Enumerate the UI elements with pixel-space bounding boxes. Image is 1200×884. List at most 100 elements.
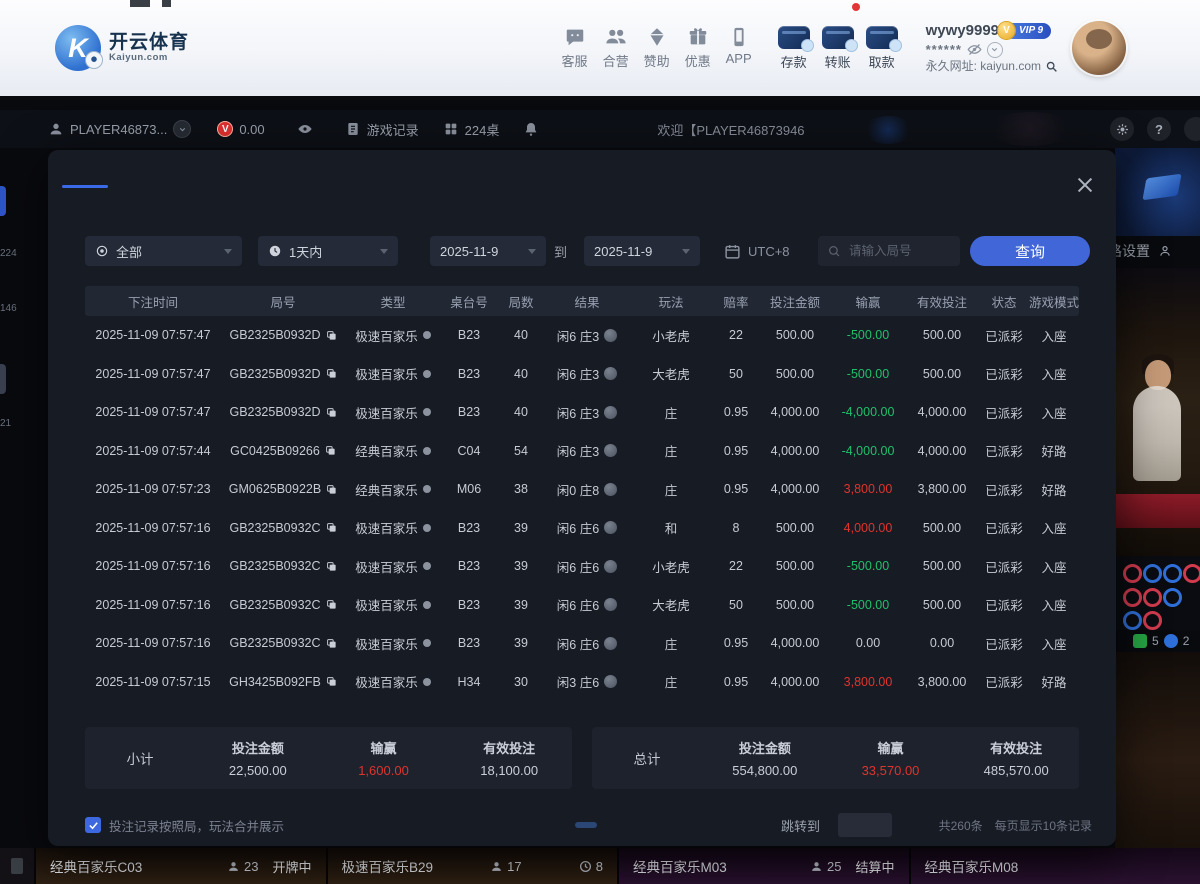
quick-action[interactable]: 赞助 bbox=[644, 26, 670, 70]
valid-bet-cell: 500.00 bbox=[905, 521, 979, 535]
timezone-display[interactable]: UTC+8 bbox=[724, 236, 790, 266]
time-range-select[interactable]: 1天内 bbox=[258, 236, 398, 266]
page-item[interactable] bbox=[543, 822, 565, 828]
quick-action[interactable]: 合营 bbox=[603, 26, 629, 70]
wallet-action[interactable]: 转账 bbox=[822, 26, 854, 71]
round-search-input[interactable] bbox=[847, 243, 951, 259]
result-info-icon[interactable] bbox=[604, 329, 617, 342]
page-item[interactable] bbox=[607, 822, 629, 828]
road-settings-link[interactable]: 路设置 bbox=[1108, 240, 1200, 262]
result-info-icon[interactable] bbox=[604, 483, 617, 496]
page-item[interactable] bbox=[671, 822, 693, 828]
chevron-down-icon[interactable] bbox=[987, 42, 1003, 58]
amount-cell: 4,000.00 bbox=[759, 405, 831, 419]
odds-cell: 0.95 bbox=[713, 675, 759, 689]
quick-action[interactable]: 客服 bbox=[562, 26, 588, 70]
round-id-cell: GC0425B09266 bbox=[221, 444, 345, 458]
query-button[interactable]: 查询 bbox=[970, 236, 1090, 266]
subtotal-win-label: 输赢 bbox=[321, 738, 447, 757]
help-icon[interactable]: ? bbox=[1147, 117, 1171, 141]
magnifier-icon[interactable] bbox=[1045, 60, 1058, 73]
date-to-picker[interactable]: 2025-11-9 bbox=[584, 236, 700, 266]
result-info-icon[interactable] bbox=[604, 521, 617, 534]
table-status: 结算中 bbox=[855, 857, 894, 876]
result-info-icon[interactable] bbox=[604, 406, 617, 419]
balance-display[interactable]: V 0.00 bbox=[217, 121, 264, 137]
subtotal-win: 1,600.00 bbox=[321, 763, 447, 778]
copy-icon[interactable] bbox=[326, 676, 337, 687]
wallet-action-label: 取款 bbox=[869, 52, 895, 71]
gear-icon[interactable] bbox=[1110, 117, 1134, 141]
page-item[interactable] bbox=[479, 822, 501, 828]
edge-label: 146 bbox=[0, 303, 17, 314]
quick-action[interactable]: 优惠 bbox=[685, 26, 711, 70]
result-info-icon[interactable] bbox=[604, 675, 617, 688]
date-from-picker[interactable]: 2025-11-9 bbox=[430, 236, 546, 266]
total-win: 33,570.00 bbox=[828, 763, 954, 778]
result-info-icon[interactable] bbox=[604, 444, 617, 457]
copy-icon[interactable] bbox=[326, 599, 337, 610]
result-info-icon[interactable] bbox=[604, 598, 617, 611]
live-table-tile[interactable]: 经典百家乐M03 25 结算中 bbox=[617, 848, 909, 884]
result-info-icon[interactable] bbox=[604, 367, 617, 380]
bell-icon[interactable] bbox=[523, 121, 539, 137]
page-item[interactable] bbox=[735, 822, 757, 828]
chevron-down-icon[interactable] bbox=[173, 120, 191, 138]
valid-bet-cell: 500.00 bbox=[905, 367, 979, 381]
result-info-icon[interactable] bbox=[604, 560, 617, 573]
page-item[interactable] bbox=[447, 822, 469, 828]
brand-logo[interactable]: K 开云体育 Kaiyun.com bbox=[55, 25, 189, 71]
header-cell: 下注时间 bbox=[85, 292, 221, 311]
game-records-link[interactable]: 游戏记录 bbox=[345, 120, 419, 139]
copy-icon[interactable] bbox=[325, 445, 336, 456]
wallet-action[interactable]: 取款 bbox=[866, 26, 898, 71]
avatar[interactable] bbox=[1072, 21, 1126, 75]
chat-icon bbox=[564, 26, 586, 48]
copy-icon[interactable] bbox=[326, 484, 337, 495]
page-item[interactable] bbox=[575, 822, 597, 828]
wallet-action[interactable]: 存款 bbox=[778, 26, 810, 71]
header-cell: 结果 bbox=[545, 292, 629, 311]
live-table-tile[interactable]: 经典百家乐C03 23 开牌中 bbox=[34, 848, 326, 884]
page-item[interactable] bbox=[703, 822, 725, 828]
table-no-cell: B23 bbox=[441, 328, 497, 342]
winloss-cell: 0.00 bbox=[831, 636, 905, 650]
page-item[interactable] bbox=[415, 822, 437, 828]
live-table-video bbox=[1115, 652, 1200, 848]
live-table-tile[interactable]: 极速百家乐B29 17 8 bbox=[326, 848, 618, 884]
player-count: 17 bbox=[490, 859, 521, 874]
round-id-cell: GB2325B0932C bbox=[221, 636, 345, 650]
tables-count[interactable]: 224桌 bbox=[443, 120, 500, 139]
winloss-cell: -500.00 bbox=[831, 598, 905, 612]
copy-icon[interactable] bbox=[326, 522, 337, 533]
quick-action[interactable]: APP bbox=[726, 26, 752, 70]
live-dealer-video bbox=[1115, 268, 1200, 556]
caret-down-icon bbox=[224, 249, 232, 254]
copy-icon[interactable] bbox=[326, 368, 337, 379]
jump-input[interactable] bbox=[838, 813, 892, 837]
copy-icon[interactable] bbox=[326, 330, 337, 341]
copy-icon[interactable] bbox=[326, 407, 337, 418]
table-row: 2025-11-09 07:57:16 GB2325B0932C 极速百家乐 B… bbox=[85, 624, 1079, 663]
caret-down-icon bbox=[380, 249, 388, 254]
player-menu[interactable]: PLAYER46873... bbox=[48, 120, 191, 138]
page-item[interactable] bbox=[511, 822, 533, 828]
result-info-icon[interactable] bbox=[604, 637, 617, 650]
copy-icon[interactable] bbox=[326, 638, 337, 649]
eye-off-icon[interactable] bbox=[967, 42, 982, 57]
eye-icon[interactable] bbox=[297, 121, 313, 137]
live-table-tile[interactable]: 经典百家乐M08 bbox=[909, 848, 1200, 884]
header-cell: 玩法 bbox=[629, 292, 713, 311]
close-icon[interactable] bbox=[1074, 174, 1096, 196]
mode-cell: 入座 bbox=[1029, 518, 1079, 537]
modal-footer: 投注记录按照局，玩法合并展示 跳转到 共260条 每页显示10条记录 bbox=[85, 810, 1092, 840]
round-search[interactable] bbox=[818, 236, 960, 266]
category-select[interactable]: 全部 bbox=[85, 236, 242, 266]
merge-checkbox[interactable] bbox=[85, 817, 101, 833]
welcome-marquee: 欢迎【PLAYER46873946 bbox=[657, 120, 804, 139]
amount-cell: 500.00 bbox=[759, 367, 831, 381]
page-item[interactable] bbox=[639, 822, 661, 828]
caret-down-icon bbox=[682, 249, 690, 254]
copy-icon[interactable] bbox=[326, 561, 337, 572]
more-icon[interactable] bbox=[1184, 117, 1200, 141]
